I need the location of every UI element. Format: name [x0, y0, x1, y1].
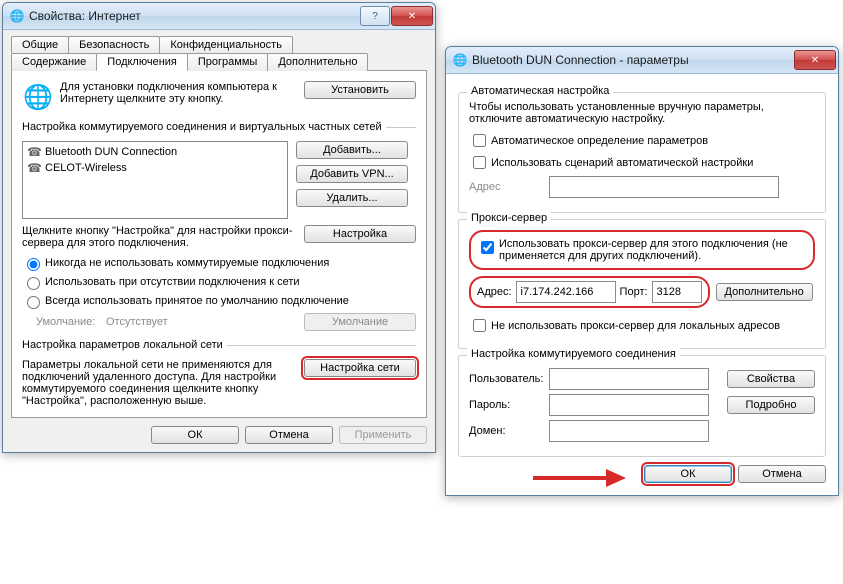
titlebar: 🌐 Свойства: Интернет ? ✕: [3, 3, 435, 30]
globe-icon: 🌐: [22, 81, 54, 113]
setup-text: Для установки подключения компьютера к И…: [60, 81, 304, 105]
window-title: Свойства: Интернет: [29, 9, 359, 23]
proxy-group-title: Прокси-сервер: [467, 212, 551, 224]
radio-always-input[interactable]: [27, 296, 40, 309]
chk-bypass-local-input[interactable]: [473, 319, 486, 332]
list-item[interactable]: ☎ Bluetooth DUN Connection: [25, 144, 285, 160]
internet-icon: 🌐: [452, 52, 468, 68]
default-label: Умолчание:: [36, 316, 106, 328]
titlebar: 🌐 Bluetooth DUN Connection - параметры ✕: [446, 47, 838, 74]
dial-group-title: Настройка коммутируемого соединения и ви…: [22, 121, 386, 133]
close-button[interactable]: ✕: [794, 50, 836, 70]
radio-label: Никогда не использовать коммутируемые по…: [45, 257, 329, 269]
proxy-addr-label: Адрес:: [477, 286, 512, 298]
domain-label: Домен:: [469, 425, 549, 437]
proxy-port-input[interactable]: [652, 281, 702, 303]
user-label: Пользователь:: [469, 373, 549, 385]
radio-never-input[interactable]: [27, 258, 40, 271]
tab-general[interactable]: Общие: [11, 36, 69, 53]
close-button[interactable]: ✕: [391, 6, 433, 26]
lan-group: Настройка параметров локальной сети: [22, 339, 416, 355]
chk-label: Использовать прокси-сервер для этого под…: [499, 238, 807, 262]
proxy-addr-input[interactable]: [516, 281, 616, 303]
cancel-button[interactable]: Отмена: [738, 465, 826, 483]
radio-always[interactable]: Всегда использовать принятое по умолчани…: [22, 293, 416, 309]
list-item-label: CELOT-Wireless: [45, 162, 127, 174]
dial-group-title: Настройка коммутируемого соединения: [467, 348, 680, 360]
chk-use-script-input[interactable]: [473, 156, 486, 169]
radio-no-net-input[interactable]: [27, 277, 40, 290]
advanced-button[interactable]: Дополнительно: [716, 283, 813, 301]
auto-text: Чтобы использовать установленные вручную…: [469, 101, 815, 125]
chk-auto-detect-input[interactable]: [473, 134, 486, 147]
cancel-button[interactable]: Отмена: [245, 426, 333, 444]
proxy-groupbox: Прокси-сервер Использовать прокси-сервер…: [458, 219, 826, 349]
auto-groupbox: Автоматическая настройка Чтобы использов…: [458, 92, 826, 213]
auto-group-title: Автоматическая настройка: [467, 85, 613, 97]
pass-input[interactable]: [549, 394, 709, 416]
tab-security[interactable]: Безопасность: [68, 36, 160, 53]
chk-auto-detect[interactable]: Автоматическое определение параметров: [469, 131, 815, 150]
lan-group-title: Настройка параметров локальной сети: [22, 339, 227, 351]
user-input[interactable]: [549, 368, 709, 390]
proxy-port-label: Порт:: [620, 286, 648, 298]
more-button[interactable]: Подробно: [727, 396, 815, 414]
radio-never[interactable]: Никогда не использовать коммутируемые по…: [22, 255, 416, 271]
add-vpn-button[interactable]: Добавить VPN...: [296, 165, 408, 183]
pass-label: Пароль:: [469, 399, 549, 411]
radio-label: Всегда использовать принятое по умолчани…: [45, 295, 349, 307]
radio-no-net[interactable]: Использовать при отсутствии подключения …: [22, 274, 416, 290]
tab-advanced[interactable]: Дополнительно: [267, 53, 368, 71]
chk-label: Использовать сценарий автоматической нас…: [491, 157, 753, 169]
connections-listbox[interactable]: ☎ Bluetooth DUN Connection ☎ CELOT-Wirel…: [22, 141, 288, 219]
remove-button[interactable]: Удалить...: [296, 189, 408, 207]
props-button[interactable]: Свойства: [727, 370, 815, 388]
modem-icon: ☎: [27, 161, 41, 175]
dial-group: Настройка коммутируемого соединения и ви…: [22, 121, 416, 137]
install-button[interactable]: Установить: [304, 81, 416, 99]
internet-icon: 🌐: [9, 8, 25, 24]
chk-use-proxy-input[interactable]: [481, 241, 494, 254]
add-button[interactable]: Добавить...: [296, 141, 408, 159]
lan-settings-button[interactable]: Настройка сети: [304, 359, 416, 377]
domain-input[interactable]: [549, 420, 709, 442]
chk-bypass-local[interactable]: Не использовать прокси-сервер для локаль…: [469, 316, 815, 335]
list-item-label: Bluetooth DUN Connection: [45, 146, 177, 158]
default-button: Умолчание: [304, 313, 416, 331]
tab-privacy[interactable]: Конфиденциальность: [159, 36, 293, 53]
help-button[interactable]: ?: [360, 6, 390, 26]
chk-use-script[interactable]: Использовать сценарий автоматической нас…: [469, 153, 815, 172]
script-addr-label: Адрес: [469, 181, 549, 193]
list-item[interactable]: ☎ CELOT-Wireless: [25, 160, 285, 176]
tab-programs[interactable]: Программы: [187, 53, 268, 71]
radio-label: Использовать при отсутствии подключения …: [45, 276, 300, 288]
script-addr-input: [549, 176, 779, 198]
tab-content[interactable]: Содержание: [11, 53, 97, 71]
tab-connections[interactable]: Подключения: [96, 53, 188, 71]
apply-button: Применить: [339, 426, 427, 444]
modem-icon: ☎: [27, 145, 41, 159]
ok-button[interactable]: ОК: [151, 426, 239, 444]
window-title: Bluetooth DUN Connection - параметры: [472, 53, 793, 67]
settings-hint: Щелкните кнопку "Настройка" для настройк…: [22, 225, 296, 249]
arrow-annotation: [528, 463, 628, 493]
dial-groupbox: Настройка коммутируемого соединения Поль…: [458, 355, 826, 457]
settings-button[interactable]: Настройка: [304, 225, 416, 243]
chk-label: Не использовать прокси-сервер для локаль…: [491, 320, 780, 332]
ok-button[interactable]: ОК: [644, 465, 732, 483]
lan-text: Параметры локальной сети не применяются …: [22, 359, 296, 407]
chk-use-proxy[interactable]: Использовать прокси-сервер для этого под…: [477, 238, 807, 262]
chk-label: Автоматическое определение параметров: [491, 135, 708, 147]
default-value: Отсутствует: [106, 316, 304, 328]
